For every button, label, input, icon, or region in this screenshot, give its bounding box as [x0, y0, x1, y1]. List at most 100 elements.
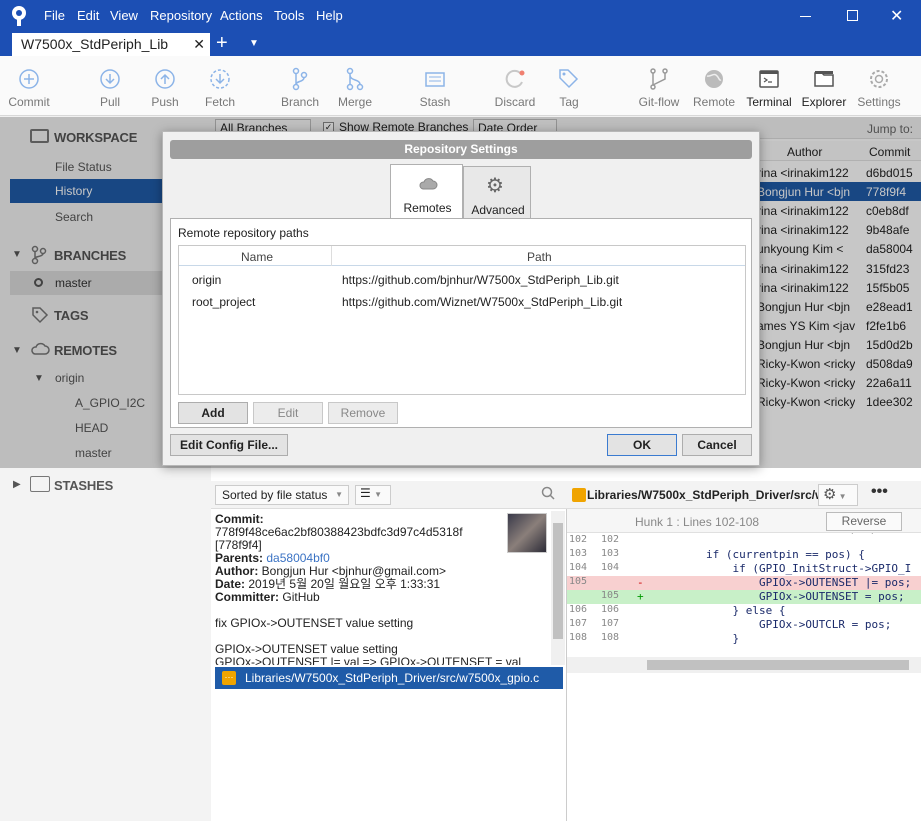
stash-icon [423, 67, 447, 91]
maximize-button[interactable] [847, 10, 858, 21]
remotes-table: Name Path origin https://github.com/bjnhu… [178, 245, 746, 395]
sort-dropdown[interactable]: Sorted by file status ▼ [215, 485, 349, 505]
tab-advanced-label: Advanced [471, 203, 525, 217]
modified-file-icon [572, 488, 586, 502]
column-divider [331, 246, 332, 266]
view-mode-button[interactable]: ☰ ▼ [355, 485, 391, 505]
path-column-header[interactable]: Path [527, 250, 552, 264]
avatar [507, 513, 547, 553]
merge-toolbar-button[interactable]: Merge [323, 56, 387, 116]
gear-icon: ⚙ [486, 175, 504, 197]
stashes-header: STASHES [54, 478, 114, 493]
changed-file-path: Libraries/W7500x_StdPeriph_Driver/src/w7… [245, 671, 540, 685]
diff-hscrollbar[interactable] [567, 657, 921, 673]
remote-name: origin [192, 273, 222, 287]
fetch-toolbar-button[interactable]: Fetch [188, 56, 252, 116]
cloud-icon [418, 177, 438, 191]
add-remote-button[interactable]: Add [178, 402, 248, 424]
edit-config-button[interactable]: Edit Config File... [170, 434, 288, 456]
fetch-toolbar-label: Fetch [204, 95, 235, 109]
new-tab-button[interactable]: + [216, 32, 228, 55]
reverse-hunk-button[interactable]: Reverse hunk [826, 512, 902, 545]
diff-gear-icon[interactable]: ⚙ ▼ [818, 484, 858, 506]
diff-code: if (currentpin == pos) { [653, 548, 865, 561]
tab-remotes[interactable]: Remotes [390, 164, 463, 218]
settings-toolbar-button[interactable]: Settings [847, 56, 911, 116]
remove-remote-button[interactable]: Remove [328, 402, 398, 424]
diff-code: } else { [653, 604, 786, 617]
tag-toolbar-button[interactable]: Tag [537, 56, 601, 116]
menu-view[interactable]: View [110, 8, 138, 23]
merge-toolbar-label: Merge [337, 95, 372, 109]
tab-advanced[interactable]: ⚙ Advanced [463, 166, 531, 218]
changed-file-row[interactable]: ··· Libraries/W7500x_StdPeriph_Driver/sr… [215, 667, 563, 689]
commit-message-body: GPIOx->OUTENSET |= val => GPIOx->OUTENSE… [215, 655, 522, 666]
edit-remote-button[interactable]: Edit [253, 402, 323, 424]
committer-value: GitHub [282, 590, 320, 604]
stash-toolbar-button[interactable]: Stash [403, 56, 467, 116]
more-options-icon[interactable]: ••• [871, 483, 888, 501]
repo-tab-title: W7500x_StdPeriph_Lib [21, 36, 169, 52]
tag-toolbar-label: Tag [559, 95, 579, 109]
minimize-button[interactable] [800, 8, 812, 22]
diff-line: 103 103 if (currentpin == pos) { [567, 548, 921, 562]
old-line-number: 108 [569, 632, 588, 643]
diff-line: 108 108 } [567, 632, 921, 646]
remote-row[interactable]: origin https://github.com/bjnhur/W7500x_S… [179, 270, 745, 290]
explorer-icon [812, 67, 836, 91]
tag-icon [557, 67, 581, 91]
diff-sign: - [637, 576, 644, 589]
commit-toolbar-label: Commit [8, 95, 50, 109]
search-icon[interactable] [541, 486, 555, 500]
menu-edit[interactable]: Edit [77, 8, 99, 23]
cancel-button[interactable]: Cancel [682, 434, 752, 456]
old-line-number: 104 [569, 562, 588, 573]
diff-sign: + [637, 590, 644, 603]
diff-code: GPIOx->OUTCLR = pos; [653, 618, 892, 631]
new-line-number: 104 [601, 562, 620, 573]
close-window-button[interactable]: ✕ [890, 6, 903, 26]
menu-actions[interactable]: Actions [220, 8, 263, 23]
menu-repository[interactable]: Repository [150, 8, 212, 23]
menu-tools[interactable]: Tools [274, 8, 304, 23]
date-label: Date: [215, 577, 246, 591]
remote-row[interactable]: root_project https://github.com/Wiznet/W7… [179, 292, 745, 312]
tab-list-chevron-icon[interactable]: ▼ [249, 38, 259, 49]
dialog-title: Repository Settings [404, 142, 518, 156]
diff-line: 104 104 if (GPIO_InitStruct->GPIO_I [567, 562, 921, 576]
commit-toolbar-button[interactable]: Commit [0, 56, 61, 116]
stash-toolbar-label: Stash [419, 95, 451, 109]
author-value: Bongjun Hur <bjnhur@gmail.com> [261, 564, 446, 578]
gitflow-icon [647, 67, 671, 91]
old-line-number: 106 [569, 604, 588, 615]
details-panel: Sorted by file status ▼ ☰ ▼ Commit: 778f9… [211, 481, 567, 821]
old-line-number: 102 [569, 534, 588, 545]
old-line-number: 103 [569, 548, 588, 559]
diff-line: 105 - GPIOx->OUTENSET |= pos; [567, 576, 921, 590]
menu-help[interactable]: Help [316, 8, 343, 23]
commit-info: Commit: 778f9f48ce6ac2bf80388423bdfc3d97… [215, 513, 551, 665]
close-tab-icon[interactable]: ✕ [193, 36, 205, 53]
ok-button[interactable]: OK [607, 434, 677, 456]
diff-panel: Libraries/W7500x_StdPeriph_Driver/src/w.… [567, 481, 921, 821]
details-scrollbar[interactable] [551, 511, 565, 665]
gear-icon [867, 67, 891, 91]
diff-line: 105 + GPIOx->OUTENSET = pos; [567, 590, 921, 604]
old-line-number: 105 [569, 576, 588, 587]
diff-line: 106 106 } else { [567, 604, 921, 618]
chevron-right-icon[interactable]: ▶ [13, 479, 21, 490]
new-line-number: 107 [601, 618, 620, 629]
name-column-header[interactable]: Name [241, 250, 273, 264]
author-label: Author: [215, 564, 259, 578]
discard-icon [503, 67, 527, 91]
pull-icon [98, 67, 122, 91]
menu-file[interactable]: File [44, 8, 65, 23]
dialog-title-bar: Repository Settings [170, 140, 752, 159]
remotes-panel: Remote repository paths Name Path origin… [170, 218, 752, 428]
parents-link[interactable]: da58004bf0 [266, 551, 329, 565]
new-line-number: 106 [601, 604, 620, 615]
globe-icon [702, 67, 726, 91]
hunk-label: Hunk 1 : Lines 102-108 [635, 515, 760, 529]
commit-message-subject: fix GPIOx->OUTENSET value setting [215, 616, 414, 630]
repo-tab[interactable]: W7500x_StdPeriph_Lib ✕ [12, 33, 210, 56]
